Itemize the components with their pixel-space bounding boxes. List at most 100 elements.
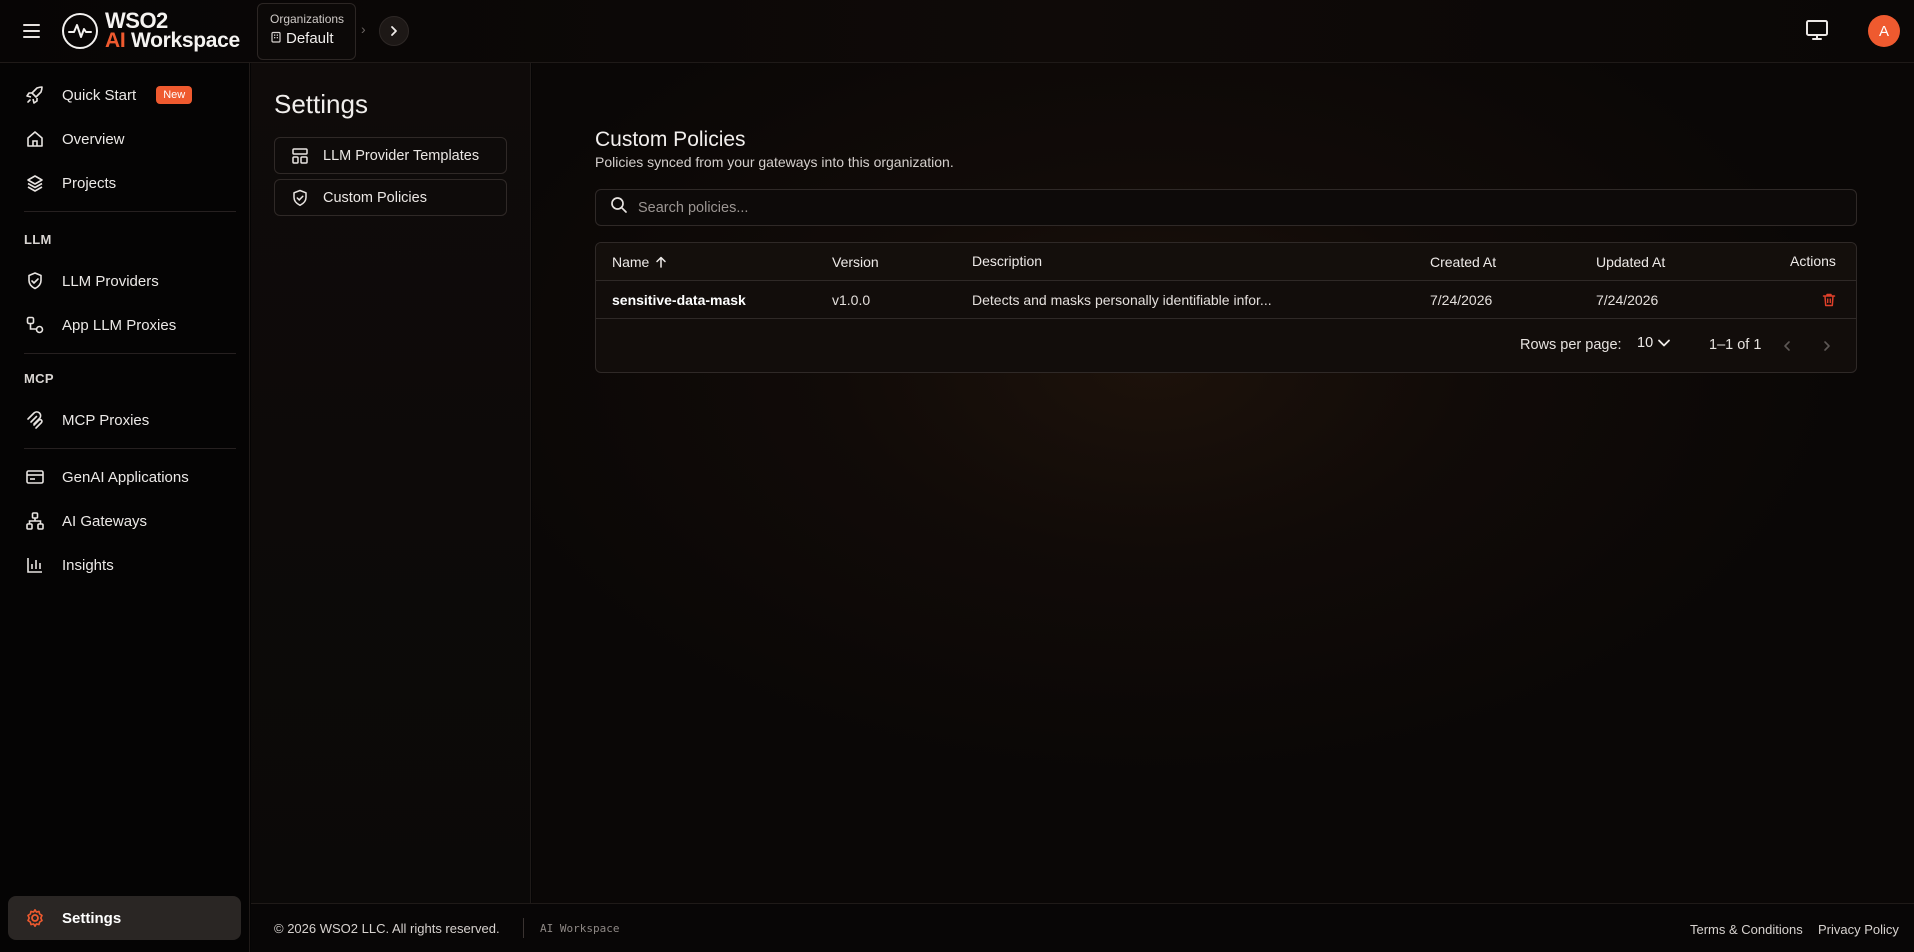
chevron-down-icon xyxy=(1658,339,1671,347)
template-icon xyxy=(291,147,309,165)
sidebar-item-label: Overview xyxy=(62,130,125,148)
shield-check-icon xyxy=(291,189,309,207)
home-icon xyxy=(24,128,46,150)
column-header-updated-at: Updated At xyxy=(1596,254,1666,270)
new-badge: New xyxy=(156,86,193,104)
bar-chart-icon xyxy=(24,554,46,576)
table-header: Name Version Description Created At Upda… xyxy=(596,243,1856,281)
settings-item-label: Custom Policies xyxy=(323,189,427,206)
sidebar-divider xyxy=(24,353,236,354)
column-header-label: Name xyxy=(612,254,650,270)
main-content: Custom Policies Policies synced from you… xyxy=(532,63,1914,903)
table-row[interactable]: sensitive-data-mask v1.0.0 Detects and m… xyxy=(596,281,1856,319)
menu-icon[interactable] xyxy=(20,19,44,43)
cell-updated-at: 7/24/2026 xyxy=(1596,292,1659,308)
column-header-actions: Actions xyxy=(1790,253,1836,269)
sidebar-item-insights[interactable]: Insights xyxy=(8,545,241,585)
logo-text: WSO2 AI Workspace xyxy=(105,10,240,52)
column-header-created-at: Created At xyxy=(1430,254,1497,270)
layers-icon xyxy=(24,172,46,194)
monitor-icon[interactable] xyxy=(1804,17,1832,45)
sidebar-divider xyxy=(24,211,236,212)
copyright-text: © 2026 WSO2 LLC. All rights reserved. xyxy=(274,921,500,936)
proxy-icon xyxy=(24,314,46,336)
sidebar-item-overview[interactable]: Overview xyxy=(8,119,241,159)
sidebar-item-label: Quick Start xyxy=(62,86,137,104)
page-title: Custom Policies xyxy=(595,128,746,151)
breadcrumb-chevron-icon: › xyxy=(361,21,366,37)
sidebar-item-ai-gateways[interactable]: AI Gateways xyxy=(8,501,241,541)
pulse-logo-icon xyxy=(62,13,98,49)
sidebar-item-label: LLM Providers xyxy=(62,272,159,290)
policies-table: Name Version Description Created At Upda… xyxy=(595,242,1857,373)
user-avatar[interactable]: A xyxy=(1868,15,1900,47)
next-page-button[interactable] xyxy=(1816,335,1838,357)
footer-divider xyxy=(523,918,524,938)
column-header-version: Version xyxy=(832,254,879,270)
cell-created-at: 7/24/2026 xyxy=(1430,292,1493,308)
org-value: Default xyxy=(270,30,355,47)
cell-version: v1.0.0 xyxy=(832,292,871,308)
pagination-range: 1–1 of 1 xyxy=(1709,337,1762,353)
column-header-name[interactable]: Name xyxy=(612,254,667,270)
settings-item-label: LLM Provider Templates xyxy=(323,147,480,164)
org-value-text: Default xyxy=(286,30,334,47)
logo-product-ai: AI xyxy=(105,29,126,52)
chevron-right-icon xyxy=(1824,341,1830,351)
search-input[interactable] xyxy=(638,199,1838,216)
breadcrumb-next-button[interactable] xyxy=(379,16,409,46)
organization-selector[interactable]: Organizations Default xyxy=(257,3,356,60)
sidebar-item-label: App LLM Proxies xyxy=(62,316,177,334)
column-header-description: Description xyxy=(972,253,1043,269)
sidebar-item-label: Insights xyxy=(62,556,114,574)
settings-item-llm-provider-templates[interactable]: LLM Provider Templates xyxy=(274,137,507,174)
rows-per-page-select[interactable]: 10 xyxy=(1637,335,1671,351)
sidebar-item-genai-applications[interactable]: GenAI Applications xyxy=(8,457,241,497)
footer-product-name: AI Workspace xyxy=(540,922,620,935)
top-header: WSO2 AI Workspace Organizations Default … xyxy=(0,0,1914,63)
mcp-icon xyxy=(24,409,46,431)
gear-icon xyxy=(24,907,46,929)
sidebar-item-quick-start[interactable]: Quick Start New xyxy=(8,75,241,115)
sidebar-item-projects[interactable]: Projects xyxy=(8,163,241,203)
org-label: Organizations xyxy=(270,12,345,26)
logo-product: AI Workspace xyxy=(105,29,240,52)
sidebar-item-label: AI Gateways xyxy=(62,512,148,530)
sidebar-item-label: Settings xyxy=(62,909,122,927)
chevron-right-icon xyxy=(391,26,397,36)
logo[interactable]: WSO2 AI Workspace xyxy=(62,10,240,52)
previous-page-button[interactable] xyxy=(1776,335,1798,357)
trash-icon xyxy=(1822,293,1836,307)
sidebar-divider xyxy=(24,448,236,449)
settings-title: Settings xyxy=(274,89,368,119)
chevron-left-icon xyxy=(1784,341,1790,351)
logo-product-name: Workspace xyxy=(130,29,240,52)
sidebar-item-settings[interactable]: Settings xyxy=(8,896,241,940)
search-box xyxy=(595,189,1857,226)
delete-button[interactable] xyxy=(1818,289,1840,311)
sidebar-item-app-llm-proxies[interactable]: App LLM Proxies xyxy=(8,305,241,345)
app-root: WSO2 AI Workspace Organizations Default … xyxy=(0,0,1914,952)
sidebar: Quick Start New Overview Projects LLM LL… xyxy=(0,63,250,952)
card-icon xyxy=(24,466,46,488)
sidebar-section-mcp: MCP xyxy=(24,371,54,386)
network-icon xyxy=(24,510,46,532)
page-subtitle: Policies synced from your gateways into … xyxy=(595,154,954,170)
shield-hand-icon xyxy=(24,270,46,292)
sidebar-item-label: MCP Proxies xyxy=(62,411,150,429)
sidebar-item-mcp-proxies[interactable]: MCP Proxies xyxy=(8,400,241,440)
sidebar-item-llm-providers[interactable]: LLM Providers xyxy=(8,261,241,301)
sort-ascending-icon xyxy=(656,256,667,268)
terms-link[interactable]: Terms & Conditions xyxy=(1690,922,1803,937)
cell-description: Detects and masks personally identifiabl… xyxy=(972,292,1272,308)
rows-per-page-label: Rows per page: xyxy=(1520,337,1622,353)
footer: © 2026 WSO2 LLC. All rights reserved. AI… xyxy=(251,903,1914,952)
pagination: Rows per page: 10 1–1 of 1 xyxy=(596,319,1856,372)
sidebar-item-label: Projects xyxy=(62,174,117,192)
sidebar-section-llm: LLM xyxy=(24,232,52,247)
cell-name: sensitive-data-mask xyxy=(612,292,746,308)
sidebar-item-label: GenAI Applications xyxy=(62,468,189,486)
privacy-link[interactable]: Privacy Policy xyxy=(1818,922,1899,937)
settings-item-custom-policies[interactable]: Custom Policies xyxy=(274,179,507,216)
rocket-icon xyxy=(24,84,46,106)
